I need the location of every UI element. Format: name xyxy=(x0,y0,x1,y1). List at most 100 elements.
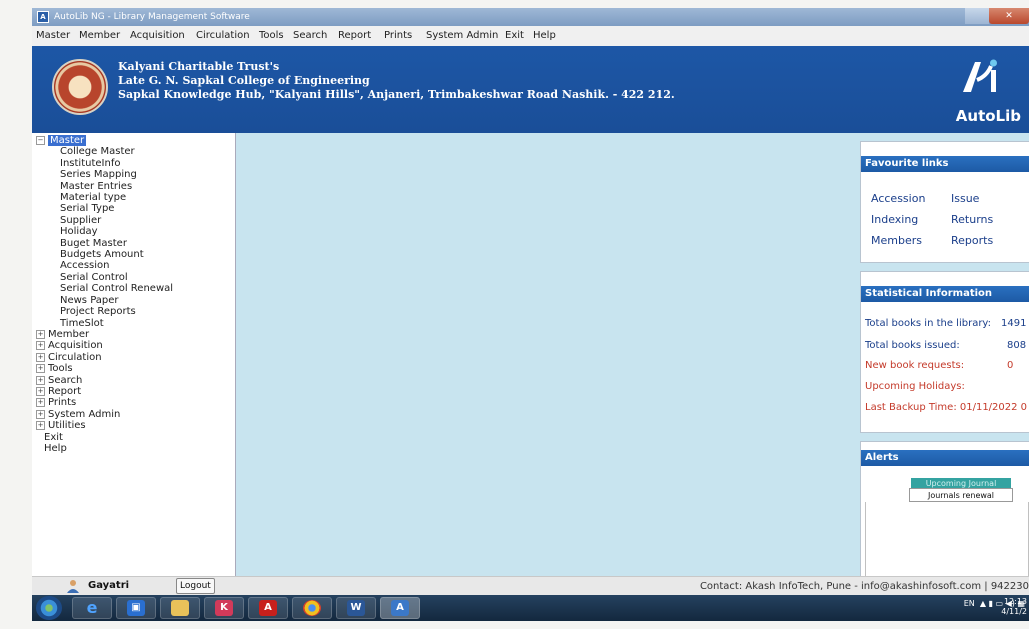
expand-icon[interactable]: + xyxy=(36,341,45,351)
taskbar-pdf-icon[interactable]: A xyxy=(248,597,288,619)
clock[interactable]: 12:13 4/11/2 xyxy=(1001,597,1027,617)
trust-name: Kalyani Charitable Trust's xyxy=(118,60,280,73)
start-button[interactable] xyxy=(36,596,62,620)
taskbar-app-icon[interactable]: K xyxy=(204,597,244,619)
window-title: AutoLib NG - Library Management Software xyxy=(54,12,250,22)
title-bar: A AutoLib NG - Library Management Softwa… xyxy=(32,8,1029,26)
app-window: A AutoLib NG - Library Management Softwa… xyxy=(32,8,1029,621)
logout-button[interactable]: Logout xyxy=(176,578,215,594)
tree-node-acquisition[interactable]: + Acquisition xyxy=(36,340,173,351)
tree-item-timeslot[interactable]: TimeSlot xyxy=(36,318,173,329)
tree-item-master-entries[interactable]: Master Entries xyxy=(36,181,173,192)
expand-icon[interactable]: + xyxy=(36,364,45,374)
tree-node-prints[interactable]: + Prints xyxy=(36,397,173,408)
tree-node-tools[interactable]: + Tools xyxy=(36,363,173,374)
expand-icon[interactable]: + xyxy=(36,329,45,339)
menu-master[interactable]: Master xyxy=(36,30,70,41)
tree-node-utilities[interactable]: + Utilities xyxy=(36,420,173,431)
new-requests-value: 0 xyxy=(1007,360,1014,371)
autolib-brand: AutoLib xyxy=(955,107,1021,125)
statistical-information-panel: Statistical Information Total books in t… xyxy=(860,271,1029,433)
clock-time: 12:13 xyxy=(1003,597,1027,606)
taskbar-autolib-icon[interactable]: A xyxy=(380,597,420,619)
tree-item-serial-control[interactable]: Serial Control xyxy=(36,272,173,283)
navigation-tree: − Master College Master InstituteInfo Ser… xyxy=(36,135,173,454)
windows-taskbar: e ▣ K A W A EN ▲ ▮ ▭ ◀) ▦ 12:13 4/11/2 xyxy=(32,595,1029,621)
taskbar-ie-icon[interactable]: e xyxy=(72,597,112,619)
upcoming-holidays-label: Upcoming Holidays: xyxy=(865,381,965,392)
expand-icon[interactable]: + xyxy=(36,398,45,408)
tree-item-project-reports[interactable]: Project Reports xyxy=(36,306,173,317)
taskbar-media-icon[interactable]: ▣ xyxy=(116,597,156,619)
menu-search[interactable]: Search xyxy=(293,30,327,41)
alerts-panel: Alerts Upcoming Journal Journals renewal xyxy=(860,441,1029,588)
menu-acquisition[interactable]: Acquisition xyxy=(130,30,185,41)
fav-link-members[interactable]: Members xyxy=(871,234,922,247)
minimize-maximize-buttons[interactable] xyxy=(965,8,989,24)
menu-tools[interactable]: Tools xyxy=(259,30,284,41)
tab-journals-renewal[interactable]: Journals renewal xyxy=(909,488,1013,502)
tree-node-circulation[interactable]: + Circulation xyxy=(36,352,173,363)
fav-link-returns[interactable]: Returns xyxy=(951,213,993,226)
tree-item-budgets-amount[interactable]: Budgets Amount xyxy=(36,249,173,260)
tree-item-material-type[interactable]: Material type xyxy=(36,192,173,203)
last-backup-time: Last Backup Time: 01/11/2022 0 xyxy=(865,402,1028,413)
tree-item-holiday[interactable]: Holiday xyxy=(36,226,173,237)
fav-link-accession[interactable]: Accession xyxy=(871,192,925,205)
header-banner: Kalyani Charitable Trust's Late G. N. Sa… xyxy=(32,46,1029,133)
current-user: Gayatri xyxy=(88,580,130,591)
tree-item-series-mapping[interactable]: Series Mapping xyxy=(36,169,173,180)
expand-icon[interactable]: + xyxy=(36,409,45,419)
user-icon xyxy=(67,580,79,593)
taskbar-word-icon[interactable]: W xyxy=(336,597,376,619)
close-button[interactable]: ✕ xyxy=(989,8,1029,24)
tree-node-report[interactable]: + Report xyxy=(36,386,173,397)
tree-item-serial-control-renewal[interactable]: Serial Control Renewal xyxy=(36,283,173,294)
menu-bar: Master Member Acquisition Circulation To… xyxy=(32,26,1029,47)
clock-date: 4/11/2 xyxy=(1001,607,1027,616)
tree-item-serial-type[interactable]: Serial Type xyxy=(36,203,173,214)
taskbar-folder-icon[interactable] xyxy=(160,597,200,619)
favourite-links-title: Favourite links xyxy=(861,156,1029,172)
menu-exit[interactable]: Exit xyxy=(505,30,524,41)
menu-system-admin[interactable]: System Admin xyxy=(426,30,498,41)
tree-node-member[interactable]: + Member xyxy=(36,329,173,340)
menu-report[interactable]: Report xyxy=(338,30,371,41)
college-name: Late G. N. Sapkal College of Engineering xyxy=(118,74,370,87)
tree-item-help[interactable]: Help xyxy=(36,443,173,454)
fav-link-indexing[interactable]: Indexing xyxy=(871,213,918,226)
tree-node-system-admin[interactable]: + System Admin xyxy=(36,409,173,420)
fav-link-reports[interactable]: Reports xyxy=(951,234,993,247)
autolib-logo-icon xyxy=(963,59,997,92)
tree-item-buget-master[interactable]: Buget Master xyxy=(36,238,173,249)
menu-prints[interactable]: Prints xyxy=(384,30,412,41)
new-requests-label: New book requests: xyxy=(865,360,965,371)
fav-link-issue[interactable]: Issue xyxy=(951,192,979,205)
dashboard-sidebar: Favourite links Accession Issue Indexing… xyxy=(856,133,1029,588)
tree-item-accession[interactable]: Accession xyxy=(36,260,173,271)
language-indicator[interactable]: EN xyxy=(964,599,975,608)
tree-item-news-paper[interactable]: News Paper xyxy=(36,295,173,306)
expand-icon[interactable]: + xyxy=(36,386,45,396)
expand-icon[interactable]: + xyxy=(36,421,45,431)
menu-help[interactable]: Help xyxy=(533,30,556,41)
taskbar-chrome-icon[interactable] xyxy=(292,597,332,619)
contact-info: Contact: Akash InfoTech, Pune - info@aka… xyxy=(699,581,1029,592)
statistical-information-title: Statistical Information xyxy=(861,286,1029,302)
tree-item-instituteinfo[interactable]: InstituteInfo xyxy=(36,158,173,169)
college-address: Sapkal Knowledge Hub, "Kalyani Hills", A… xyxy=(118,88,675,101)
expand-icon[interactable]: + xyxy=(36,375,45,385)
navigation-tree-panel: − Master College Master InstituteInfo Ser… xyxy=(32,133,236,576)
tree-item-college-master[interactable]: College Master xyxy=(36,146,173,157)
tree-node-search[interactable]: + Search xyxy=(36,375,173,386)
menu-member[interactable]: Member xyxy=(79,30,120,41)
tree-node-master[interactable]: − Master xyxy=(36,135,173,146)
total-books-label: Total books in the library: xyxy=(865,318,991,329)
tree-item-exit[interactable]: Exit xyxy=(36,432,173,443)
expand-icon[interactable]: + xyxy=(36,352,45,362)
tree-item-supplier[interactable]: Supplier xyxy=(36,215,173,226)
autolib-icon: A xyxy=(37,11,49,23)
status-bar: Gayatri Logout Contact: Akash InfoTech, … xyxy=(32,576,1029,596)
collapse-icon[interactable]: − xyxy=(36,136,45,145)
menu-circulation[interactable]: Circulation xyxy=(196,30,250,41)
